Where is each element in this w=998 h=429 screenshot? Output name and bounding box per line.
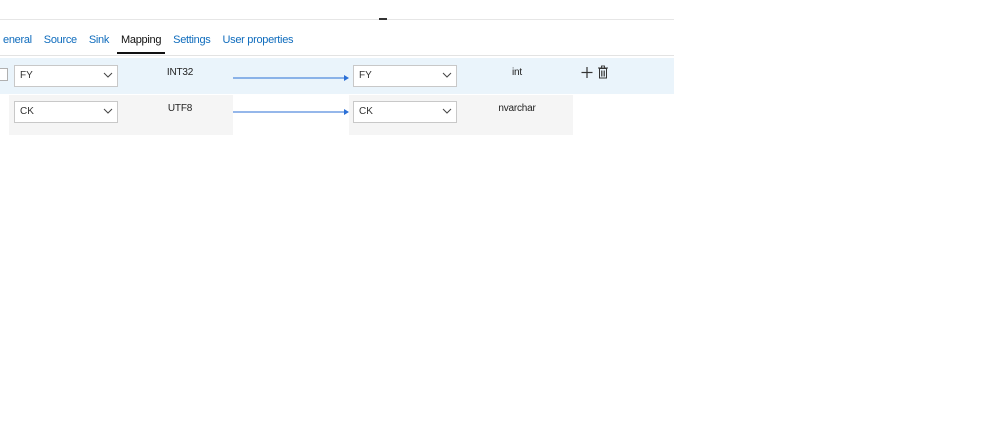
source-column-value: FY bbox=[20, 70, 33, 81]
tab-settings[interactable]: Settings bbox=[167, 30, 216, 54]
sink-type: int bbox=[512, 67, 522, 78]
tab-sink[interactable]: Sink bbox=[83, 30, 115, 54]
tab-user-properties[interactable]: User properties bbox=[217, 30, 300, 54]
chevron-down-icon bbox=[103, 108, 113, 114]
tab-general[interactable]: eneral bbox=[0, 30, 38, 54]
top-divider bbox=[0, 19, 674, 20]
sink-type: nvarchar bbox=[498, 103, 536, 114]
tabs-divider bbox=[0, 55, 674, 56]
mapping-row: CK UTF8 CK nvarchar bbox=[0, 95, 674, 135]
chevron-down-icon bbox=[103, 72, 113, 78]
arrow-right-icon bbox=[233, 75, 349, 81]
chevron-down-icon bbox=[442, 108, 452, 114]
source-column-select[interactable]: CK bbox=[14, 101, 118, 123]
trash-icon[interactable] bbox=[597, 65, 609, 79]
tab-source[interactable]: Source bbox=[38, 30, 83, 54]
source-column-select[interactable]: FY bbox=[14, 65, 118, 87]
chevron-down-icon bbox=[442, 72, 452, 78]
sink-column-value: FY bbox=[359, 70, 372, 81]
source-column-value: CK bbox=[20, 106, 34, 117]
drag-handle[interactable] bbox=[379, 18, 387, 20]
source-type: INT32 bbox=[166, 67, 194, 78]
arrow-right-icon bbox=[233, 109, 349, 115]
mapping-row: FY INT32 FY int bbox=[0, 58, 674, 94]
sink-column-value: CK bbox=[359, 106, 373, 117]
sink-column-select[interactable]: CK bbox=[353, 101, 457, 123]
row-checkbox[interactable] bbox=[0, 68, 8, 81]
tab-bar: eneral Source Sink Mapping Settings User… bbox=[0, 30, 299, 56]
tab-mapping[interactable]: Mapping bbox=[115, 30, 167, 54]
source-type: UTF8 bbox=[167, 103, 193, 114]
plus-icon[interactable] bbox=[581, 66, 593, 80]
sink-column-select[interactable]: FY bbox=[353, 65, 457, 87]
